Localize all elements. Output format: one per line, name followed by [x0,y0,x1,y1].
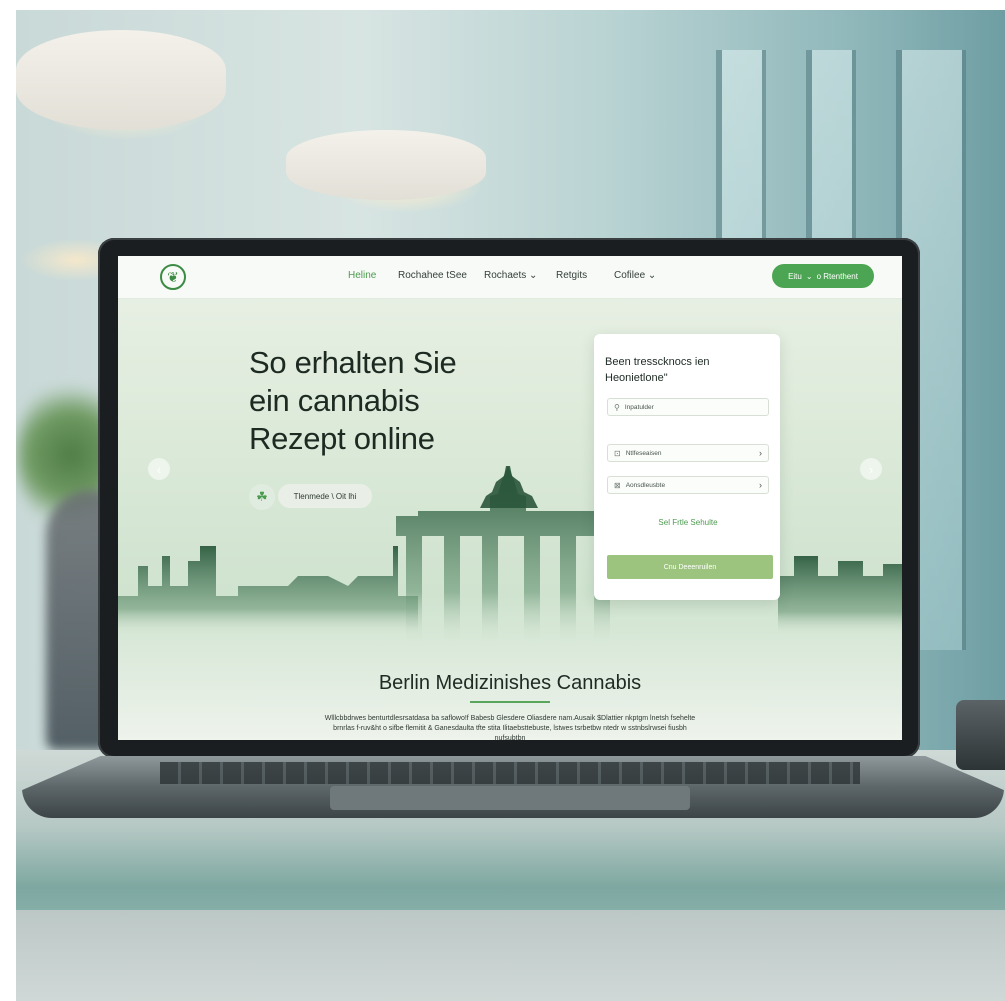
nav-link-rechtliches[interactable]: Retgits [556,270,587,281]
leaf-icon: ☘ [249,484,275,510]
chevron-down-icon: ⌄ [805,271,813,281]
nav-link-rezept[interactable]: Rochahee tSee [398,270,467,281]
form-submit-button[interactable]: Cnu Deeenruilen [607,555,773,579]
carousel-next-arrow[interactable]: › [860,458,882,480]
header-cta-button[interactable]: Eitu ⌄ o Rtenthent [772,264,874,288]
form-field-1[interactable]: ⚲ Inpatulder [607,398,769,416]
nav-link-home[interactable]: Heline [348,270,376,281]
cta-label: Eitu [788,271,802,281]
hero-title: So erhalten Sie ein cannabis Rezept onli… [249,345,457,456]
chevron-right-icon: › [759,480,762,490]
ceiling-lamp-left [16,30,226,130]
section-title: Berlin Medizinishes Cannabis [378,672,642,694]
form-select-1[interactable]: ⊡ Ntlfeseaisen › [607,444,769,462]
top-navigation: ❦ Heline Rochahee tSee Rochaets ⌄ Retgit… [118,256,902,299]
person-icon: ⚲ [614,402,620,412]
website-screen: ❦ Heline Rochahee tSee Rochaets ⌄ Retgit… [118,256,902,740]
calendar-icon: ⊡ [614,448,621,458]
ceiling-lamp-center [286,130,486,200]
document-icon: ⊠ [614,480,621,490]
berlin-skyline-illustration [118,466,902,646]
form-title: Been tresscknocs ien Heonietlone" [605,356,710,384]
desk-edge [16,910,1005,1001]
field-label: Ntlfeseaisen [625,449,662,457]
cta-suffix: o Rtenthent [816,271,858,281]
laptop-trackpad [330,786,690,810]
nav-link-cookies[interactable]: Cofilee ⌄ [614,270,656,281]
rezept-form-card: Been tresscknocs ien Heonietlone" ⚲ Inpa… [594,334,780,600]
carousel-prev-arrow[interactable]: ‹ [148,458,170,480]
chevron-right-icon: › [759,448,762,458]
form-select-2[interactable]: ⊠ Aonsdleusbte › [607,476,769,494]
hero-info-pill[interactable]: Tlenmede \ Oit lhi [278,484,372,508]
nav-link-produkte[interactable]: Rochaets ⌄ [484,270,537,281]
logo-icon[interactable]: ❦ [160,264,186,290]
mug [956,700,1005,770]
field-label: Aonsdleusbte [625,481,666,489]
field-label: Inpatulder [624,403,654,411]
form-help-link[interactable]: Sel Frtle Sehulte [607,518,769,527]
section-paragraph: Wlllcbbdrwes benturtdlesrsatdasa ba safl… [324,715,696,740]
laptop-keyboard [160,762,860,784]
section-divider [470,701,550,703]
